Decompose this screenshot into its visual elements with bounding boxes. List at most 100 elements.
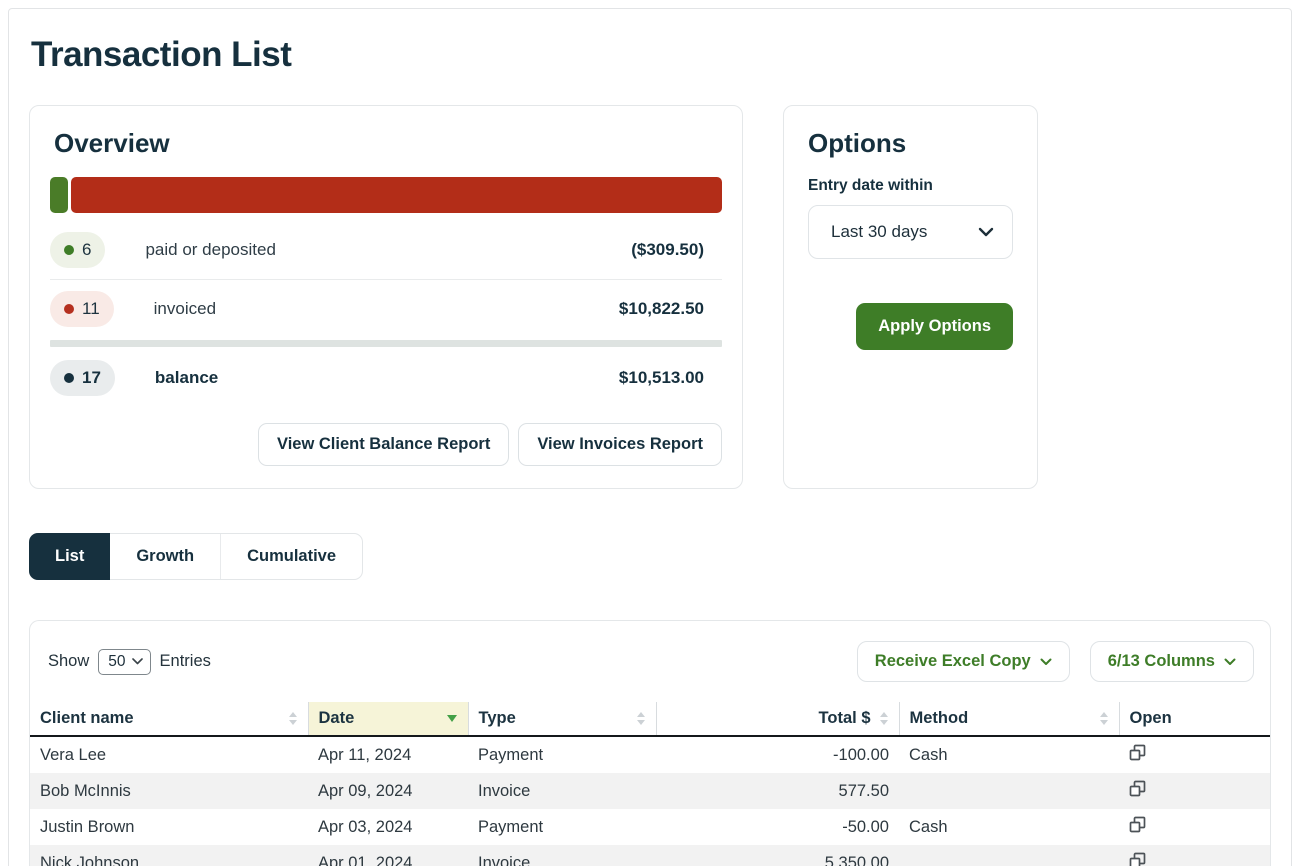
- open-cell: [1119, 809, 1270, 845]
- chevron-down-icon: [132, 658, 143, 665]
- type-cell: Payment: [468, 809, 656, 845]
- paid-label: paid or deposited: [145, 240, 275, 260]
- column-header-date[interactable]: Date: [308, 702, 468, 736]
- columns-picker-label: 6/13 Columns: [1108, 652, 1215, 671]
- method-cell: [899, 845, 1119, 866]
- show-label: Show: [48, 652, 89, 671]
- sort-desc-icon[interactable]: [446, 714, 458, 723]
- balance-label: balance: [155, 368, 218, 388]
- type-header-label: Type: [479, 709, 516, 728]
- entry-date-select[interactable]: Last 30 days: [808, 205, 1013, 259]
- date-cell: Apr 11, 2024: [308, 736, 468, 773]
- tab-growth[interactable]: Growth: [110, 534, 221, 579]
- client-name-cell: Vera Lee: [30, 736, 308, 773]
- sort-arrows-icon[interactable]: [1099, 711, 1109, 726]
- balance-divider: [50, 340, 722, 347]
- table-row: Nick Johnson Apr 01, 2024 Invoice 5,350.…: [30, 845, 1270, 866]
- type-cell: Invoice: [468, 845, 656, 866]
- sort-arrows-icon[interactable]: [288, 711, 298, 726]
- sort-arrows-icon[interactable]: [636, 711, 646, 726]
- open-row-button[interactable]: [1129, 816, 1146, 833]
- method-header-label: Method: [910, 709, 969, 728]
- client-name-cell: Justin Brown: [30, 809, 308, 845]
- table-row: Vera Lee Apr 11, 2024 Payment -100.00 Ca…: [30, 736, 1270, 773]
- paid-count: 6: [82, 240, 91, 260]
- red-dot-icon: [64, 304, 74, 314]
- total-cell: 5,350.00: [656, 845, 899, 866]
- type-cell: Invoice: [468, 773, 656, 809]
- column-header-open: Open: [1119, 702, 1270, 736]
- invoiced-count-badge: 11: [50, 291, 114, 327]
- apply-options-button[interactable]: Apply Options: [856, 303, 1013, 350]
- receive-excel-copy-label: Receive Excel Copy: [875, 652, 1031, 671]
- balance-amount: $10,513.00: [619, 368, 722, 388]
- date-cell: Apr 01, 2024: [308, 845, 468, 866]
- table-row: Justin Brown Apr 03, 2024 Payment -50.00…: [30, 809, 1270, 845]
- method-cell: Cash: [899, 736, 1119, 773]
- client-name-header-label: Client name: [40, 709, 134, 728]
- table-toolbar-actions: Receive Excel Copy 6/13 Columns: [857, 641, 1254, 682]
- client-name-cell: Nick Johnson: [30, 845, 308, 866]
- open-row-button[interactable]: [1129, 780, 1146, 797]
- open-cell: [1119, 773, 1270, 809]
- tab-list[interactable]: List: [29, 533, 110, 580]
- date-cell: Apr 03, 2024: [308, 809, 468, 845]
- receive-excel-copy-button[interactable]: Receive Excel Copy: [857, 641, 1070, 682]
- invoiced-label: invoiced: [154, 299, 216, 319]
- chevron-down-icon: [1224, 658, 1236, 666]
- options-actions: Apply Options: [808, 303, 1013, 350]
- page-title: Transaction List: [31, 35, 1271, 75]
- open-cell: [1119, 736, 1270, 773]
- view-tabs: List Growth Cumulative: [29, 533, 363, 580]
- entries-per-page-select[interactable]: 50: [98, 649, 150, 675]
- transaction-table: Client name Date Type: [30, 702, 1270, 866]
- overview-row-balance: 17 balance $10,513.00: [50, 349, 722, 407]
- transaction-table-body: Vera Lee Apr 11, 2024 Payment -100.00 Ca…: [30, 736, 1270, 866]
- bar-segment-invoiced: [71, 177, 722, 213]
- column-header-client-name[interactable]: Client name: [30, 702, 308, 736]
- open-row-button[interactable]: [1129, 852, 1146, 866]
- overview-row-paid: 6 paid or deposited ($309.50): [50, 221, 722, 280]
- overview-row-invoiced: 11 invoiced $10,822.50: [50, 280, 722, 338]
- balance-stacked-bar: [50, 177, 722, 213]
- options-card: Options Entry date within Last 30 days A…: [783, 105, 1038, 489]
- column-header-total[interactable]: Total $: [656, 702, 899, 736]
- method-cell: Cash: [899, 809, 1119, 845]
- overview-heading: Overview: [54, 128, 722, 159]
- options-heading: Options: [808, 128, 1013, 159]
- open-window-icon: [1129, 852, 1146, 866]
- transaction-table-card: Show 50 Entries Receive Excel Copy 6/13 …: [29, 620, 1271, 866]
- column-header-method[interactable]: Method: [899, 702, 1119, 736]
- total-header-label: Total $: [819, 709, 871, 728]
- overview-actions: View Client Balance Report View Invoices…: [50, 423, 722, 466]
- table-header-row: Client name Date Type: [30, 702, 1270, 736]
- column-header-type[interactable]: Type: [468, 702, 656, 736]
- show-entries-control: Show 50 Entries: [48, 649, 211, 675]
- navy-dot-icon: [64, 373, 74, 383]
- entry-date-label: Entry date within: [808, 177, 1013, 195]
- method-cell: [899, 773, 1119, 809]
- open-cell: [1119, 845, 1270, 866]
- view-invoices-report-button[interactable]: View Invoices Report: [518, 423, 722, 466]
- view-client-balance-report-button[interactable]: View Client Balance Report: [258, 423, 509, 466]
- overview-card: Overview 6 paid or deposited ($309.50) 1…: [29, 105, 743, 489]
- open-window-icon: [1129, 780, 1146, 797]
- invoiced-count: 11: [82, 299, 100, 319]
- entries-per-page-value: 50: [108, 653, 125, 671]
- table-toolbar: Show 50 Entries Receive Excel Copy 6/13 …: [30, 621, 1270, 702]
- sort-arrows-icon[interactable]: [879, 711, 889, 726]
- columns-picker-button[interactable]: 6/13 Columns: [1090, 641, 1254, 682]
- chevron-down-icon: [1040, 658, 1052, 666]
- invoiced-amount: $10,822.50: [619, 299, 722, 319]
- open-window-icon: [1129, 744, 1146, 761]
- green-dot-icon: [64, 245, 74, 255]
- paid-count-badge: 6: [50, 232, 105, 268]
- summary-section: Overview 6 paid or deposited ($309.50) 1…: [29, 105, 1271, 489]
- total-cell: -100.00: [656, 736, 899, 773]
- page-container: Transaction List Overview 6 paid or depo…: [8, 8, 1292, 866]
- date-cell: Apr 09, 2024: [308, 773, 468, 809]
- tab-cumulative[interactable]: Cumulative: [221, 534, 362, 579]
- chevron-down-icon: [978, 227, 994, 237]
- entry-date-value: Last 30 days: [831, 222, 927, 242]
- open-row-button[interactable]: [1129, 744, 1146, 761]
